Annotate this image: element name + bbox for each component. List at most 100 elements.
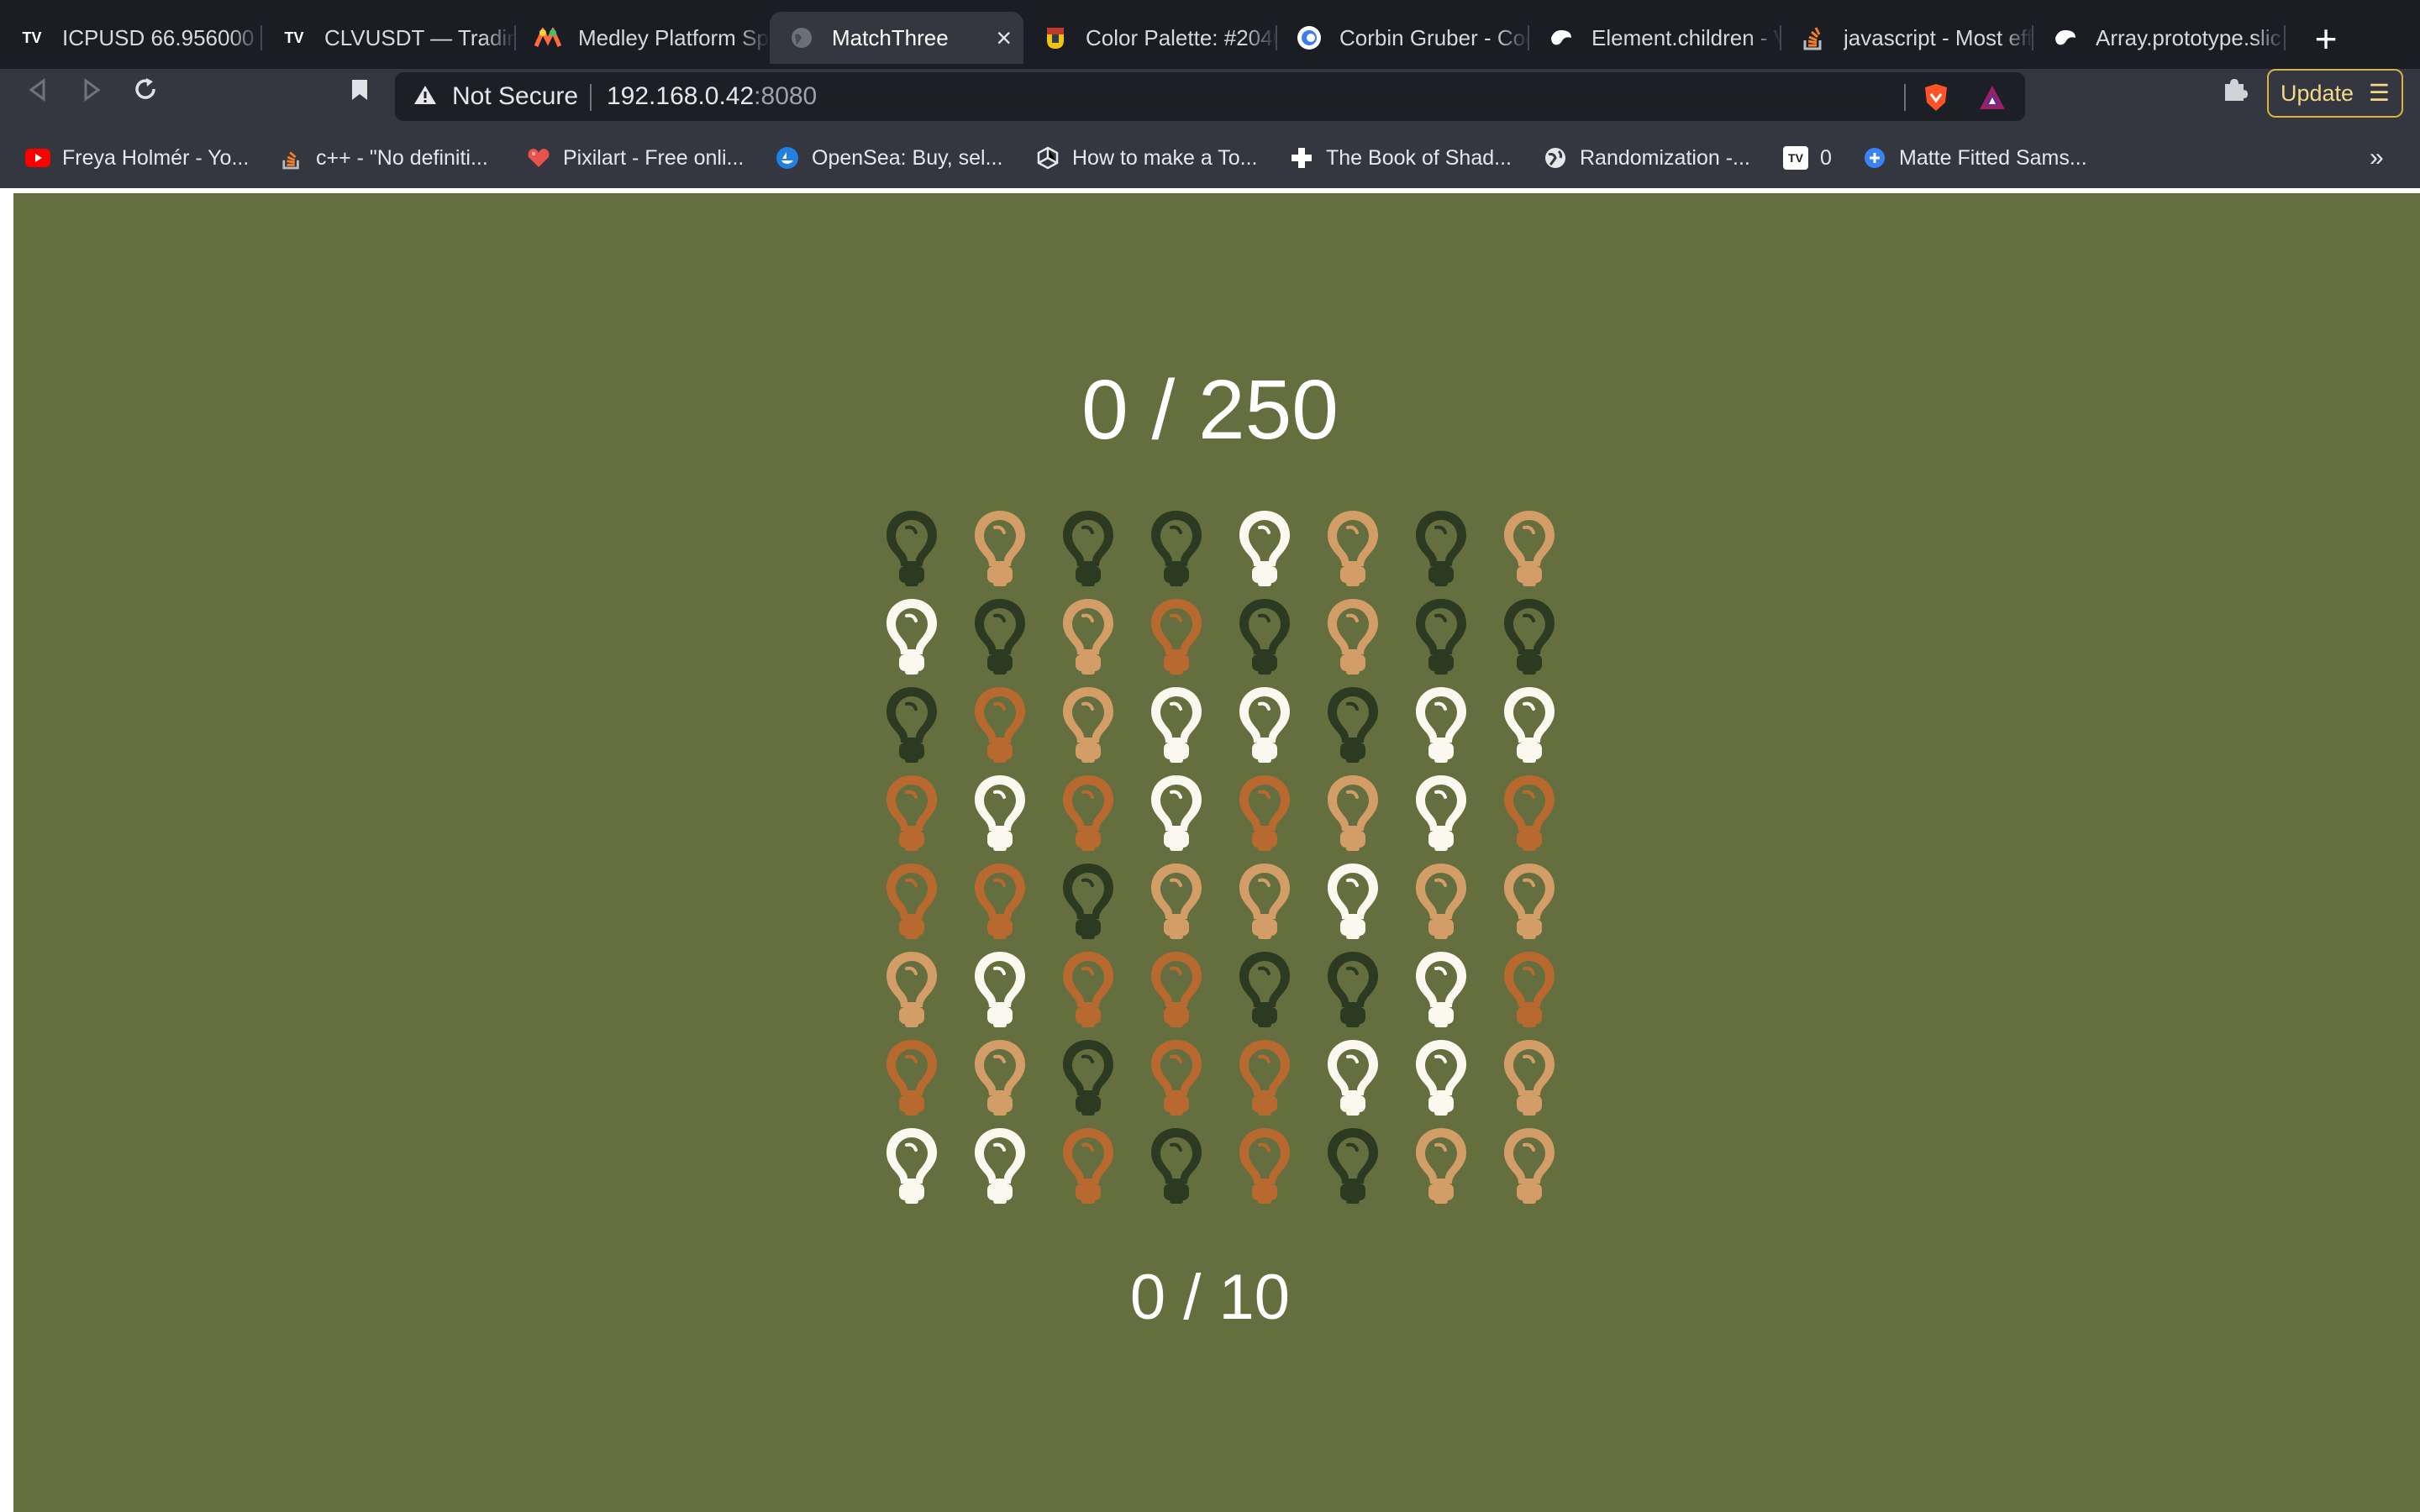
bookmark-randomization[interactable]: Randomization -... bbox=[1543, 134, 1750, 181]
tile-white-bulb[interactable] bbox=[1132, 679, 1220, 767]
tile-orange-bulb[interactable] bbox=[1044, 767, 1132, 855]
tile-orange-bulb[interactable] bbox=[1132, 1032, 1220, 1120]
close-icon[interactable]: × bbox=[996, 12, 1012, 64]
tile-tan-bulb[interactable] bbox=[1485, 1032, 1573, 1120]
tile-tan-bulb[interactable] bbox=[1044, 679, 1132, 767]
tile-orange-bulb[interactable] bbox=[1220, 1120, 1308, 1208]
lightbulb-icon bbox=[1328, 1128, 1378, 1204]
tile-dark-green-bulb[interactable] bbox=[1308, 679, 1397, 767]
tab-color-palette[interactable]: Color Palette: #2040 bbox=[1023, 12, 1277, 64]
tile-tan-bulb[interactable] bbox=[1485, 855, 1573, 943]
tab-element-children[interactable]: Element.children - V bbox=[1529, 12, 1781, 64]
tile-tan-bulb[interactable] bbox=[1397, 855, 1485, 943]
tile-orange-bulb[interactable] bbox=[1132, 591, 1220, 679]
security-label[interactable]: Not Secure bbox=[452, 72, 578, 121]
tile-white-bulb[interactable] bbox=[1397, 767, 1485, 855]
tile-dark-green-bulb[interactable] bbox=[867, 679, 955, 767]
tile-white-bulb[interactable] bbox=[1220, 679, 1308, 767]
tab-clvusdt[interactable]: TV CLVUSDT — Trading bbox=[262, 12, 516, 64]
brave-shields-icon[interactable] bbox=[1921, 82, 1951, 113]
tile-white-bulb[interactable] bbox=[1397, 943, 1485, 1032]
menu-icon[interactable]: ☰ bbox=[2369, 71, 2390, 116]
tile-dark-green-bulb[interactable] bbox=[1220, 591, 1308, 679]
tile-white-bulb[interactable] bbox=[1220, 502, 1308, 591]
tile-white-bulb[interactable] bbox=[1308, 855, 1397, 943]
mdn-icon bbox=[2052, 24, 2079, 51]
tile-orange-bulb[interactable] bbox=[1220, 1032, 1308, 1120]
extensions-icon[interactable] bbox=[2218, 76, 2252, 109]
tile-white-bulb[interactable] bbox=[1397, 679, 1485, 767]
tile-tan-bulb[interactable] bbox=[1044, 591, 1132, 679]
tile-tan-bulb[interactable] bbox=[1220, 855, 1308, 943]
tile-orange-bulb[interactable] bbox=[955, 855, 1044, 943]
tile-orange-bulb[interactable] bbox=[1485, 943, 1573, 1032]
tile-white-bulb[interactable] bbox=[1485, 679, 1573, 767]
tile-tan-bulb[interactable] bbox=[1485, 1120, 1573, 1208]
tile-orange-bulb[interactable] bbox=[955, 679, 1044, 767]
tile-white-bulb[interactable] bbox=[1308, 1032, 1397, 1120]
tile-dark-green-bulb[interactable] bbox=[1044, 1032, 1132, 1120]
tile-tan-bulb[interactable] bbox=[1397, 1120, 1485, 1208]
bookmark-freya[interactable]: Freya Holmér - Yo... bbox=[25, 134, 249, 181]
tile-orange-bulb[interactable] bbox=[1220, 767, 1308, 855]
tile-orange-bulb[interactable] bbox=[867, 767, 955, 855]
tile-tan-bulb[interactable] bbox=[1485, 502, 1573, 591]
tile-dark-green-bulb[interactable] bbox=[867, 502, 955, 591]
tile-dark-green-bulb[interactable] bbox=[1044, 855, 1132, 943]
tile-dark-green-bulb[interactable] bbox=[1308, 1120, 1397, 1208]
tile-orange-bulb[interactable] bbox=[1044, 1120, 1132, 1208]
bookmark-cpp[interactable]: c++ - "No definiti... bbox=[279, 134, 488, 181]
forward-button[interactable] bbox=[71, 73, 113, 115]
url-text[interactable]: 192.168.0.42:8080 bbox=[607, 72, 817, 121]
tile-orange-bulb[interactable] bbox=[1044, 943, 1132, 1032]
tile-white-bulb[interactable] bbox=[867, 591, 955, 679]
bookmark-pixilart[interactable]: Pixilart - Free onli... bbox=[526, 134, 744, 181]
tile-dark-green-bulb[interactable] bbox=[1132, 1120, 1220, 1208]
tile-dark-green-bulb[interactable] bbox=[1397, 591, 1485, 679]
tile-tan-bulb[interactable] bbox=[1308, 591, 1397, 679]
tile-dark-green-bulb[interactable] bbox=[1220, 943, 1308, 1032]
bookmark-opensea[interactable]: OpenSea: Buy, sel... bbox=[775, 134, 1002, 181]
new-tab-button[interactable]: + bbox=[2302, 15, 2349, 62]
bookmarks-overflow-button[interactable]: » bbox=[2370, 134, 2384, 181]
tile-white-bulb[interactable] bbox=[955, 1120, 1044, 1208]
tile-white-bulb[interactable] bbox=[1397, 1032, 1485, 1120]
tab-icpusd[interactable]: TV ICPUSD 66.956000 bbox=[0, 12, 262, 64]
tile-tan-bulb[interactable] bbox=[955, 502, 1044, 591]
tile-tan-bulb[interactable] bbox=[1308, 502, 1397, 591]
tile-dark-green-bulb[interactable] bbox=[1132, 502, 1220, 591]
tile-tan-bulb[interactable] bbox=[1132, 855, 1220, 943]
address-bar[interactable]: Not Secure 192.168.0.42:8080 bbox=[395, 72, 2025, 121]
tile-dark-green-bulb[interactable] bbox=[1485, 591, 1573, 679]
bookmark-tradingview[interactable]: TV 0 bbox=[1783, 134, 1832, 181]
tile-tan-bulb[interactable] bbox=[955, 1032, 1044, 1120]
bookmark-book-of-shaders[interactable]: The Book of Shad... bbox=[1289, 134, 1512, 181]
tab-corbin-gruber[interactable]: Corbin Gruber - Coc bbox=[1277, 12, 1529, 64]
tile-orange-bulb[interactable] bbox=[867, 1032, 955, 1120]
tile-dark-green-bulb[interactable] bbox=[1308, 943, 1397, 1032]
tab-javascript-so[interactable]: javascript - Most eff bbox=[1781, 12, 2033, 64]
tile-white-bulb[interactable] bbox=[867, 1120, 955, 1208]
tab-medley[interactable]: Medley Platform Spr bbox=[516, 12, 770, 64]
tile-orange-bulb[interactable] bbox=[867, 855, 955, 943]
tile-dark-green-bulb[interactable] bbox=[1397, 502, 1485, 591]
tile-orange-bulb[interactable] bbox=[1485, 767, 1573, 855]
tile-tan-bulb[interactable] bbox=[1308, 767, 1397, 855]
tab-array-slice[interactable]: Array.prototype.slic bbox=[2033, 12, 2286, 64]
tile-orange-bulb[interactable] bbox=[1132, 943, 1220, 1032]
tile-white-bulb[interactable] bbox=[955, 943, 1044, 1032]
tab-matchthree[interactable]: MatchThree × bbox=[770, 12, 1023, 64]
tile-dark-green-bulb[interactable] bbox=[955, 591, 1044, 679]
tile-tan-bulb[interactable] bbox=[867, 943, 955, 1032]
tile-dark-green-bulb[interactable] bbox=[1044, 502, 1132, 591]
reload-button[interactable] bbox=[124, 73, 166, 115]
back-button[interactable] bbox=[17, 73, 59, 115]
lightbulb-icon bbox=[1239, 687, 1290, 763]
bookmark-button[interactable] bbox=[339, 73, 381, 115]
bookmark-matte-fitted[interactable]: Matte Fitted Sams... bbox=[1862, 134, 2087, 181]
tile-white-bulb[interactable] bbox=[955, 767, 1044, 855]
update-button[interactable]: Update ☰ bbox=[2267, 69, 2403, 118]
brave-rewards-icon[interactable] bbox=[1978, 84, 2007, 111]
bookmark-how-to-make[interactable]: How to make a To... bbox=[1035, 134, 1257, 181]
tile-white-bulb[interactable] bbox=[1132, 767, 1220, 855]
